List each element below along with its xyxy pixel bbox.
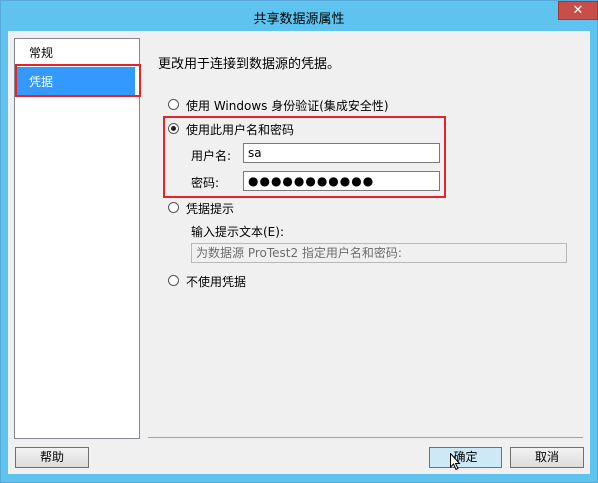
dialog-client-area: 常规 凭据 更改用于连接到数据源的凭据。 使用 Windows 身份验证(集成安…	[8, 31, 590, 474]
prompt-text-field[interactable]: 为数据源 ProTest2 指定用户名和密码:	[191, 243, 567, 263]
window-title: 共享数据源属性	[253, 12, 345, 27]
radio-windows-auth-label[interactable]: 使用 Windows 身份验证(集成安全性)	[186, 97, 389, 114]
highlight-box-credentials-nav	[15, 64, 141, 97]
radio-prompt[interactable]	[168, 202, 179, 213]
footer-divider	[148, 437, 583, 438]
mouse-pointer-icon	[450, 453, 461, 471]
radio-windows-auth[interactable]	[168, 99, 179, 110]
title-bar[interactable]: 共享数据源属性 ✕	[1, 1, 598, 31]
dialog-window: 共享数据源属性 ✕ 常规 凭据 更改用于连接到数据源的凭据。 使用 Window…	[0, 0, 598, 483]
cancel-button[interactable]: 取消	[510, 447, 584, 468]
nav-item-general[interactable]: 常规	[17, 42, 135, 64]
help-button[interactable]: 帮助	[15, 447, 89, 468]
page-heading: 更改用于连接到数据源的凭据。	[158, 57, 341, 72]
close-button[interactable]: ✕	[558, 1, 598, 20]
ok-button[interactable]: 确定	[429, 447, 502, 468]
radio-prompt-label[interactable]: 凭据提示	[186, 200, 234, 217]
nav-list: 常规 凭据	[14, 38, 140, 439]
radio-no-credentials-label[interactable]: 不使用凭据	[186, 273, 246, 290]
prompt-text-label: 输入提示文本(E):	[191, 225, 284, 239]
radio-no-credentials[interactable]	[168, 275, 179, 286]
highlight-box-credentials-option	[163, 116, 446, 198]
close-icon: ✕	[572, 3, 584, 18]
